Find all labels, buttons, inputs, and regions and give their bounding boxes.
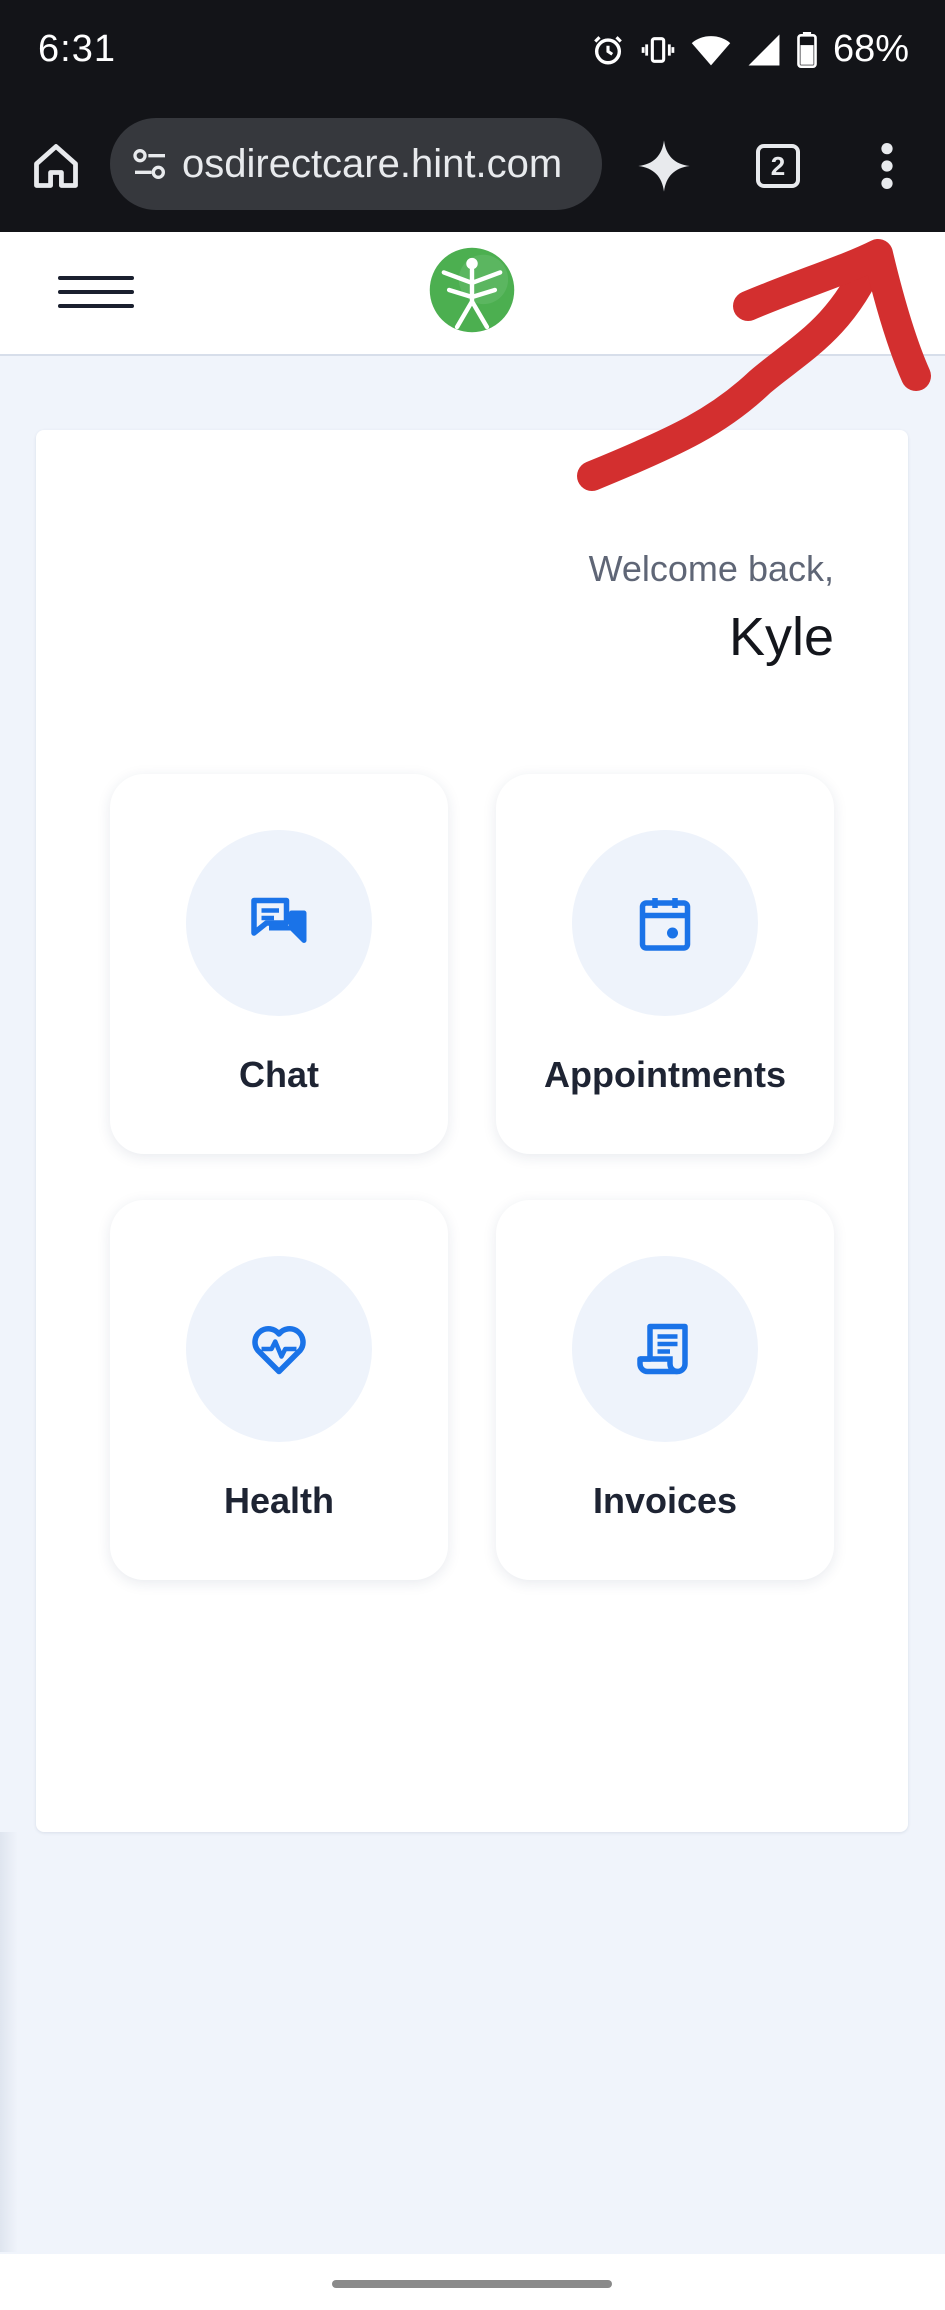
chat-label: Chat	[239, 1054, 319, 1095]
appointments-tile[interactable]: Appointments	[496, 774, 834, 1154]
heart-pulse-icon	[252, 1326, 306, 1375]
appointments-icon-circle	[572, 830, 758, 1016]
home-icon[interactable]	[30, 140, 82, 192]
health-icon-circle	[186, 1256, 372, 1442]
battery-icon	[797, 31, 817, 68]
health-label: Health	[223, 1480, 335, 1521]
tab-count: 2	[770, 151, 786, 181]
appointments-label: Appointments	[544, 1054, 786, 1095]
invoices-icon-circle	[572, 1256, 758, 1442]
vibrate-icon	[641, 36, 675, 63]
more-vert-icon[interactable]	[872, 140, 902, 192]
dashboard-card: Welcome back, Kyle Chat Appointments Hea…	[36, 430, 908, 1832]
sparkle-icon[interactable]	[636, 138, 692, 194]
status-time: 6:31	[38, 28, 116, 70]
browser-toolbar: osdirectcare.hint.com 2	[0, 100, 945, 232]
status-bar: 6:31 68%	[0, 0, 945, 100]
receipt-icon	[637, 1323, 688, 1375]
user-name: Kyle	[728, 607, 834, 667]
tabs-button[interactable]: 2	[756, 144, 800, 188]
chat-icon	[251, 897, 307, 943]
vitruvian-logo-icon	[429, 247, 515, 333]
address-bar[interactable]: osdirectcare.hint.com	[110, 118, 602, 210]
battery-percentage: 68%	[832, 28, 909, 70]
edge-shadow	[0, 1832, 18, 2252]
url-text[interactable]: osdirectcare.hint.com	[182, 142, 562, 187]
app-header	[0, 232, 945, 356]
signal-icon	[748, 34, 780, 65]
gesture-handle[interactable]	[332, 2280, 612, 2288]
site-settings-icon[interactable]	[130, 144, 170, 184]
chat-tile[interactable]: Chat	[110, 774, 448, 1154]
alarm-icon	[594, 35, 622, 64]
hamburger-menu-icon[interactable]	[58, 276, 134, 312]
welcome-text: Welcome back,	[588, 548, 834, 589]
health-tile[interactable]: Health	[110, 1200, 448, 1580]
invoices-tile[interactable]: Invoices	[496, 1200, 834, 1580]
wifi-icon	[691, 35, 731, 65]
invoices-label: Invoices	[592, 1480, 738, 1521]
status-icons: 68%	[591, 28, 909, 71]
chat-icon-circle	[186, 830, 372, 1016]
navigation-bar	[0, 2254, 945, 2310]
calendar-icon	[639, 898, 691, 951]
